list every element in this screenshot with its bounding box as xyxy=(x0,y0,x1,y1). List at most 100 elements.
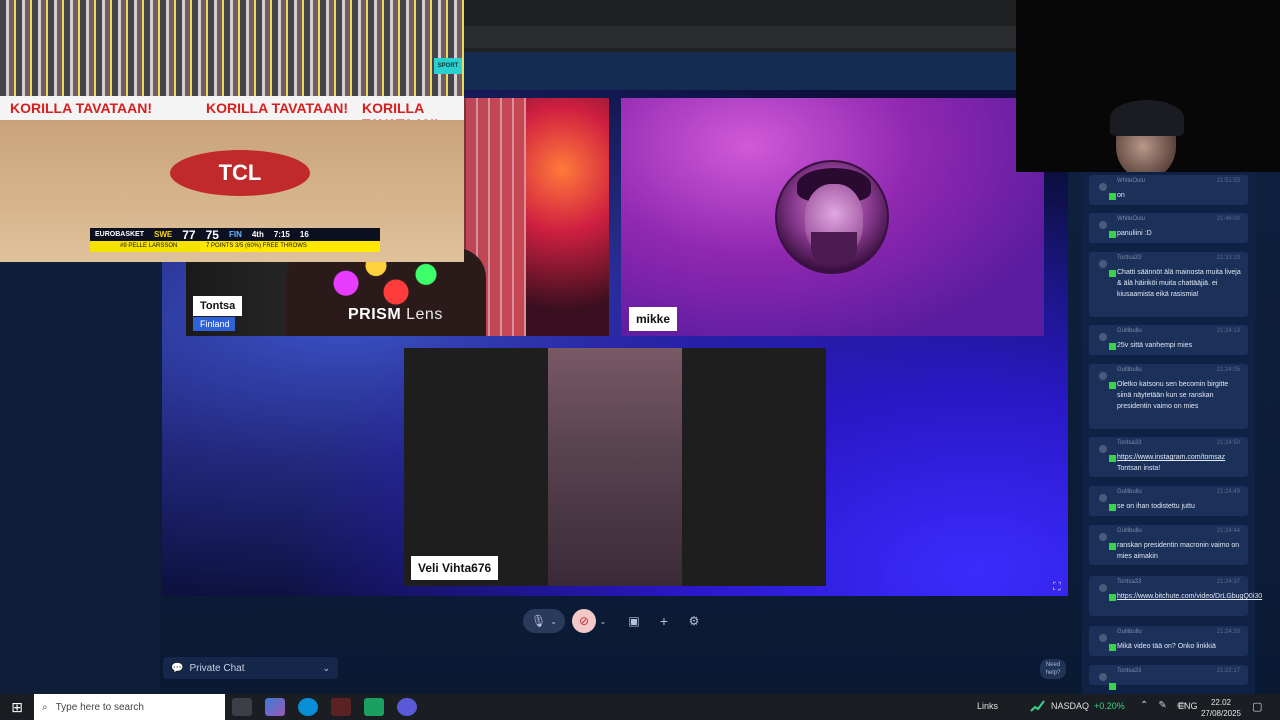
chat-text: panuliini :D xyxy=(1117,230,1152,237)
player-stat: 7 POINTS 3/5 (60%) FREE THROWS xyxy=(200,241,380,252)
stock-change: +0.20% xyxy=(1094,701,1125,711)
user-avatar-icon xyxy=(1099,183,1107,191)
opera-icon[interactable] xyxy=(331,698,351,716)
away-team: FIN xyxy=(228,230,242,239)
participant-location-label: Finland xyxy=(193,317,235,331)
avatar-beard xyxy=(811,232,857,266)
chat-username[interactable]: Tontsa33 xyxy=(1117,440,1141,446)
chevron-up-icon[interactable]: ⌃ xyxy=(1140,700,1148,711)
player-stat-bar: #9 PELLE LARSSON 7 POINTS 3/5 (60%) FREE… xyxy=(90,241,380,252)
taskbar-search-input[interactable]: ⌕ Type here to search xyxy=(34,694,225,720)
chat-username[interactable]: Tontsa33 xyxy=(1117,579,1141,585)
private-chat-button[interactable]: 💬 Private Chat ⌄ xyxy=(163,657,338,679)
chat-message: Tontsa33 21:24:37 https://www.bitchute.com… xyxy=(1089,576,1262,616)
edge-icon[interactable] xyxy=(298,698,318,716)
game-clock: 7:15 xyxy=(273,230,290,239)
task-view-icon[interactable] xyxy=(232,698,252,716)
prism-brand: PRISM xyxy=(348,306,402,323)
language-indicator[interactable]: ENG xyxy=(1178,701,1198,711)
discord-icon[interactable] xyxy=(397,698,417,716)
taskbar-clock[interactable]: 22.02 27/08/2025 xyxy=(1198,697,1244,719)
windows-start-icon[interactable]: ⊞ xyxy=(0,694,34,720)
user-avatar-icon xyxy=(1099,533,1107,541)
chat-username[interactable]: WhiteOulu xyxy=(1117,178,1145,184)
chat-text-after: Tontsan insta! xyxy=(1117,465,1161,472)
camera-off-button[interactable]: ⊘ xyxy=(572,609,596,633)
taskbar-links[interactable]: Links xyxy=(977,701,998,711)
chevron-down-icon[interactable]: ⌄ xyxy=(597,609,609,633)
chat-timestamp: 21:24:05 xyxy=(1216,367,1240,373)
chat-username[interactable]: Tontsa33 xyxy=(1117,668,1141,674)
chat-username[interactable]: Gullibullu xyxy=(1117,629,1142,635)
need-help-button[interactable]: Need help? xyxy=(1040,659,1066,679)
user-badge-icon xyxy=(1109,193,1116,200)
camera-off-icon: ⊘ xyxy=(578,614,590,628)
chat-text: on xyxy=(1117,192,1125,199)
clock-time: 22.02 xyxy=(1210,698,1232,707)
chat-text: Oletko katsonu sen becomin birgitte siin… xyxy=(1117,381,1229,410)
chat-username[interactable]: Gullibullu xyxy=(1117,328,1142,334)
chat-timestamp: 21:24:44 xyxy=(1216,528,1240,534)
chat-username[interactable]: Gullibullu xyxy=(1117,367,1142,373)
chat-message: Tontsa33 21:22:17 xyxy=(1089,665,1248,690)
fullscreen-icon[interactable]: ⛶ xyxy=(1053,581,1065,593)
search-icon: ⌕ xyxy=(42,701,48,713)
add-button[interactable]: + xyxy=(654,609,674,633)
chat-message: Gullibullu 21:24:49 se on ihan todistettu … xyxy=(1089,486,1248,516)
user-badge-icon xyxy=(1109,231,1116,238)
notification-icon[interactable]: ▢ xyxy=(1252,700,1262,713)
stock-name[interactable]: NASDAQ xyxy=(1051,701,1089,711)
chat-username[interactable]: Tontsa33 xyxy=(1117,255,1141,261)
user-avatar-icon xyxy=(1099,445,1107,453)
home-team: SWE xyxy=(154,230,173,239)
basketball-broadcast-pip[interactable]: KORILLA TAVATAAN! KORILLA TAVATAAN! KORI… xyxy=(0,0,464,262)
user-badge-icon xyxy=(1109,382,1116,389)
chevron-down-icon: ⌄ xyxy=(322,662,330,673)
participant-name-label: Tontsa xyxy=(193,296,243,316)
chat-timestamp: 21:33:19 xyxy=(1216,255,1240,261)
copilot-icon[interactable] xyxy=(265,698,285,716)
prism-lens-watermark: PRISM Lens xyxy=(348,306,443,324)
chat-timestamp: 21:24:50 xyxy=(1216,440,1240,446)
user-avatar-icon xyxy=(1099,221,1107,229)
user-badge-icon xyxy=(1109,343,1116,350)
blurred-video xyxy=(548,348,682,586)
chat-message: WhiteOulu 21:46:00 panuliini :D xyxy=(1089,213,1248,243)
taskbar-search-placeholder: Type here to search xyxy=(55,701,144,713)
settings-button[interactable]: ⚙ xyxy=(684,609,704,633)
user-badge-icon xyxy=(1109,270,1116,277)
user-badge-icon xyxy=(1109,594,1116,601)
user-badge-icon xyxy=(1109,683,1116,690)
user-badge-icon xyxy=(1109,644,1116,651)
chat-link[interactable]: https://www.bitchute.com/video/DrLGbugQ0… xyxy=(1117,593,1262,600)
chat-username[interactable]: WhiteOulu xyxy=(1117,216,1145,222)
user-avatar-icon xyxy=(1099,584,1107,592)
scoreboard: EUROBASKET SWE 77 75 FIN 4th 7:15 16 xyxy=(90,227,380,242)
pen-icon[interactable]: ✎ xyxy=(1158,700,1166,711)
chat-link[interactable]: https://www.instagram.com/tomsaz xyxy=(1117,454,1225,461)
ad-text: KORILLA TAVATAAN! xyxy=(10,100,153,116)
screen-share-button[interactable]: ▣ xyxy=(624,609,644,633)
chat-text: https://www.bitchute.com/video/DrLGbugQ0… xyxy=(1117,591,1262,602)
channel-logo: SPORT xyxy=(434,58,462,74)
app-icon[interactable] xyxy=(364,698,384,716)
chat-timestamp: 21:24:13 xyxy=(1216,328,1240,334)
tab-strip xyxy=(464,26,1016,48)
microphone-button[interactable]: 🎙 ⌄ xyxy=(523,609,565,633)
chat-timestamp: 21:24:49 xyxy=(1216,489,1240,495)
away-score: 75 xyxy=(205,227,219,242)
arena-crowd xyxy=(0,0,464,96)
chat-username[interactable]: Gullibullu xyxy=(1117,528,1142,534)
graffiti-art xyxy=(526,98,609,336)
stock-chart-icon xyxy=(1030,700,1045,712)
chat-text: https://www.instagram.com/tomsaz Tontsan… xyxy=(1117,452,1241,474)
user-badge-icon xyxy=(1109,504,1116,511)
chat-username[interactable]: Gullibullu xyxy=(1117,489,1142,495)
user-avatar-icon xyxy=(1099,260,1107,268)
chevron-down-icon[interactable]: ⌄ xyxy=(550,617,557,626)
user-avatar-icon xyxy=(1099,372,1107,380)
participant-name-label: Veli Vihta676 xyxy=(411,556,499,580)
screen-share-icon: ▣ xyxy=(628,614,640,628)
ad-text: KORILLA TAVATAAN! xyxy=(206,100,349,116)
league-name: EUROBASKET xyxy=(95,231,145,238)
